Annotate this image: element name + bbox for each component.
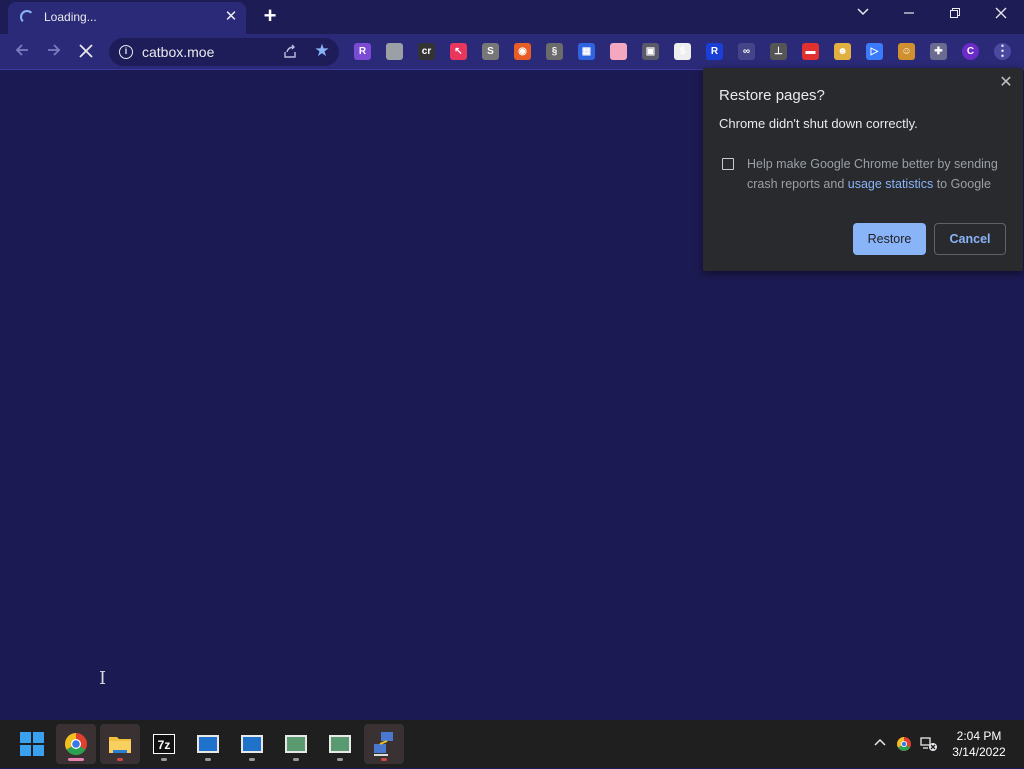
usage-stats-label: Help make Google Chrome better by sendin… xyxy=(747,154,1007,194)
usage-statistics-link[interactable]: usage statistics xyxy=(848,177,933,191)
running-indicator xyxy=(249,758,255,761)
monkey-ext-icon[interactable]: ☺ xyxy=(898,43,915,60)
restore-pages-dialog: ✕ Restore pages? Chrome didn't shut down… xyxy=(703,68,1023,271)
window-icon-2[interactable] xyxy=(232,724,272,764)
site-info-icon[interactable]: i xyxy=(119,45,133,59)
consent-suffix: to Google xyxy=(933,177,991,191)
cancel-button[interactable]: Cancel xyxy=(934,223,1006,255)
clock-date[interactable]: 3/14/2022 xyxy=(944,745,1014,759)
chrome-menu-icon[interactable]: ⋮ xyxy=(994,43,1011,60)
active-indicator xyxy=(68,758,84,761)
clock-time[interactable]: 2:04 PM xyxy=(944,729,1014,743)
flag-ext-icon[interactable] xyxy=(610,43,627,60)
text-cursor-icon: I xyxy=(99,668,107,689)
dialog-title: Restore pages? xyxy=(719,87,825,104)
address-bar[interactable]: i catbox.moe ★ xyxy=(109,38,339,66)
window-icon-4[interactable] xyxy=(320,724,360,764)
tab-strip: Loading... ✕ + xyxy=(0,0,1024,34)
usage-stats-checkbox[interactable] xyxy=(722,158,734,170)
link-ext-icon[interactable]: ∞ xyxy=(738,43,755,60)
file-explorer-icon[interactable] xyxy=(100,724,140,764)
dialog-message: Chrome didn't shut down correctly. xyxy=(719,116,918,131)
svg-text:7z: 7z xyxy=(158,738,171,752)
tab-close-icon[interactable]: ✕ xyxy=(222,8,240,26)
running-indicator xyxy=(117,758,123,761)
back-arrow-icon[interactable] xyxy=(10,40,34,64)
card-ext-icon[interactable]: ▬ xyxy=(802,43,819,60)
browser-toolbar: i catbox.moe ★ Rcr ↖ S ◉ § ▦ ▣ $ R ∞ ⊥ ▬ ☻ ▷ ☺ ✚ C ⋮ xyxy=(0,34,1024,70)
cursor-ext-icon[interactable]: ↖ xyxy=(450,43,467,60)
show-hidden-icons-chevron-icon[interactable] xyxy=(872,734,888,750)
window-icon-3[interactable] xyxy=(276,724,316,764)
forward-arrow-icon[interactable] xyxy=(42,40,66,64)
7zip-icon[interactable]: 7z xyxy=(144,724,184,764)
minimize-button[interactable] xyxy=(895,4,923,26)
loading-spinner-icon xyxy=(20,10,34,24)
close-window-button[interactable] xyxy=(987,4,1015,26)
taskbar: 7z xyxy=(0,720,1024,768)
cloud-ext-icon[interactable] xyxy=(386,43,403,60)
new-tab-button[interactable]: + xyxy=(259,5,281,27)
share-icon[interactable] xyxy=(281,43,299,61)
cr-ext-icon[interactable]: cr xyxy=(418,43,435,60)
r-ext-icon[interactable]: R xyxy=(706,43,723,60)
chrome-tray-icon[interactable] xyxy=(896,736,912,752)
image-ext-icon[interactable]: ▣ xyxy=(642,43,659,60)
restore-window-button[interactable] xyxy=(941,4,969,26)
tab-loading[interactable]: Loading... ✕ xyxy=(8,2,246,34)
bookmark-star-icon[interactable]: ★ xyxy=(312,41,332,61)
tab-search-chevron-icon[interactable] xyxy=(849,4,877,26)
chrome-icon[interactable] xyxy=(56,724,96,764)
restore-button[interactable]: Restore xyxy=(853,223,926,255)
running-indicator xyxy=(293,758,299,761)
color-ext-icon[interactable]: ◉ xyxy=(514,43,531,60)
play-ext-icon[interactable]: ▷ xyxy=(866,43,883,60)
windows-start-icon[interactable] xyxy=(12,724,52,764)
tab-title: Loading... xyxy=(44,10,97,24)
dialog-close-icon[interactable]: ✕ xyxy=(997,74,1015,92)
network-disconnected-icon[interactable] xyxy=(920,736,938,752)
puzzle-ext-icon[interactable]: ✚ xyxy=(930,43,947,60)
reader-ext-icon[interactable]: R xyxy=(354,43,371,60)
window-icon-1[interactable] xyxy=(188,724,228,764)
stop-loading-icon[interactable] xyxy=(74,40,98,64)
grid-ext-icon[interactable]: ▦ xyxy=(578,43,595,60)
s-ext-icon[interactable]: S xyxy=(482,43,499,60)
cat-ext-icon[interactable]: ☻ xyxy=(834,43,851,60)
running-indicator xyxy=(337,758,343,761)
script-ext-icon[interactable]: § xyxy=(546,43,563,60)
url-text[interactable]: catbox.moe xyxy=(142,44,214,60)
dollar-ext-icon[interactable]: $ xyxy=(674,43,691,60)
running-indicator xyxy=(381,758,387,761)
network-tool-icon[interactable] xyxy=(364,724,404,764)
running-indicator xyxy=(205,758,211,761)
stamp-ext-icon[interactable]: ⊥ xyxy=(770,43,787,60)
running-indicator xyxy=(161,758,167,761)
profile-avatar-icon[interactable]: C xyxy=(962,43,979,60)
